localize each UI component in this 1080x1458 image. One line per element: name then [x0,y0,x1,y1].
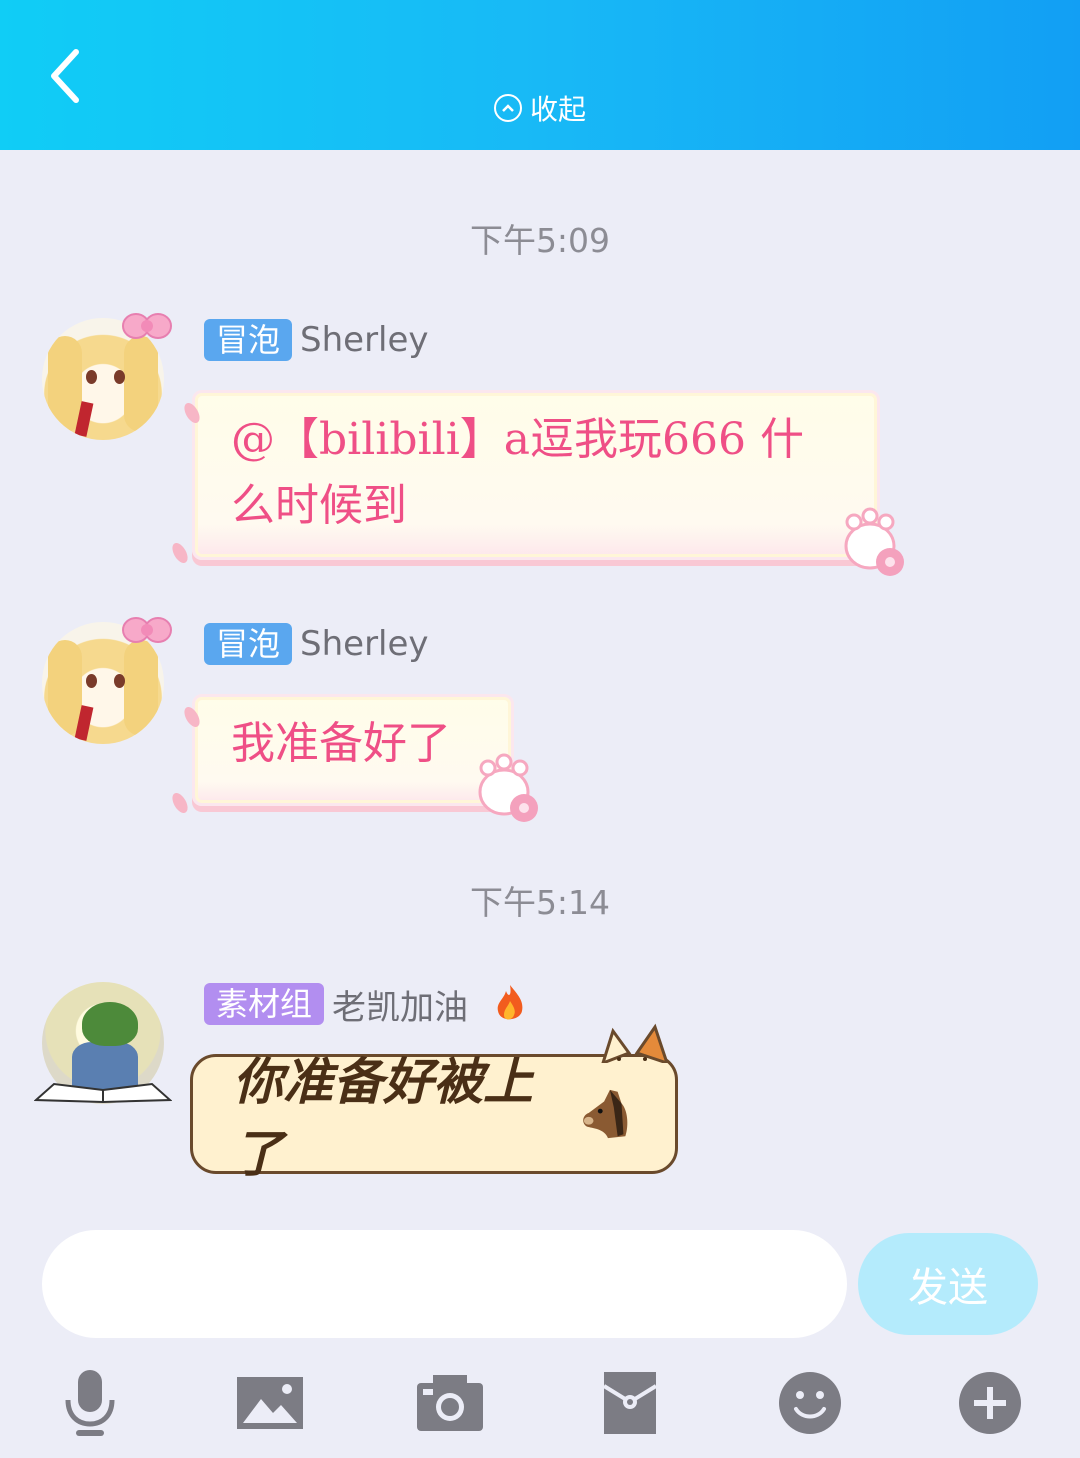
message-text: 你准备好被上了 [233,1053,533,1183]
title-badge: 冒泡 [204,623,293,665]
title-badge: 冒泡 [204,319,293,361]
send-button[interactable]: 发送 [858,1233,1038,1335]
chat-header: 收起 [0,0,1080,150]
message-bubble[interactable]: @【bilibili】a逗我玩666 什 么时候到 [192,390,880,560]
sender-label: 冒泡 Sherley [204,620,429,668]
plus-button[interactable] [950,1363,1030,1443]
sender-name[interactable]: Sherley [300,320,429,360]
petal-decoration [169,790,191,816]
camera-button[interactable] [410,1363,490,1443]
petal-decoration [169,540,191,566]
red-packet-icon [602,1372,658,1434]
image-button[interactable] [230,1363,310,1443]
microphone-icon [65,1370,115,1436]
bow-icon [122,617,172,643]
sender-name[interactable]: 老凯加油 [332,980,468,1029]
paw-icon [478,753,538,822]
timestamp: 下午5:09 [469,221,611,260]
message-text: @【bilibili】a逗我玩666 什 [231,414,804,465]
flame-icon [497,985,523,1020]
image-icon [237,1377,303,1429]
sender-label: 素材组 老凯加油 [204,980,528,1028]
timestamp: 下午5:14 [469,883,611,922]
emoji-button[interactable] [770,1363,850,1443]
sender-name[interactable]: Sherley [300,624,429,664]
message-input[interactable] [42,1230,847,1338]
back-button[interactable] [36,38,96,114]
avatar-sherley[interactable] [42,313,172,440]
chevron-up-circle-icon [494,94,522,122]
message-text: 么时候到 [231,480,407,531]
message-bubble[interactable]: 我准备好了 [192,694,514,806]
avatar-sherley[interactable] [42,617,172,744]
red-packet-button[interactable] [590,1363,670,1443]
title-badge: 素材组 [204,983,325,1025]
collapse-button[interactable]: 收起 [494,88,586,128]
book-icon [34,1082,172,1104]
sender-label: 冒泡 Sherley [204,316,429,364]
input-bar: 发送 [0,1205,1080,1458]
message-text: 我准备好了 [231,718,451,769]
bow-icon [122,313,172,339]
microphone-button[interactable] [50,1363,130,1443]
collapse-label: 收起 [530,93,587,126]
avatar-laokai[interactable] [34,982,172,1104]
cat-ears-decoration [601,1023,669,1063]
emoji-icon [779,1372,841,1434]
message-bubble[interactable]: 你准备好被上了 [190,1023,678,1183]
paw-icon [844,507,904,576]
chevron-left-icon [51,49,79,103]
horse-icon [583,1089,628,1139]
plus-icon [959,1372,1021,1434]
camera-icon [417,1375,483,1431]
